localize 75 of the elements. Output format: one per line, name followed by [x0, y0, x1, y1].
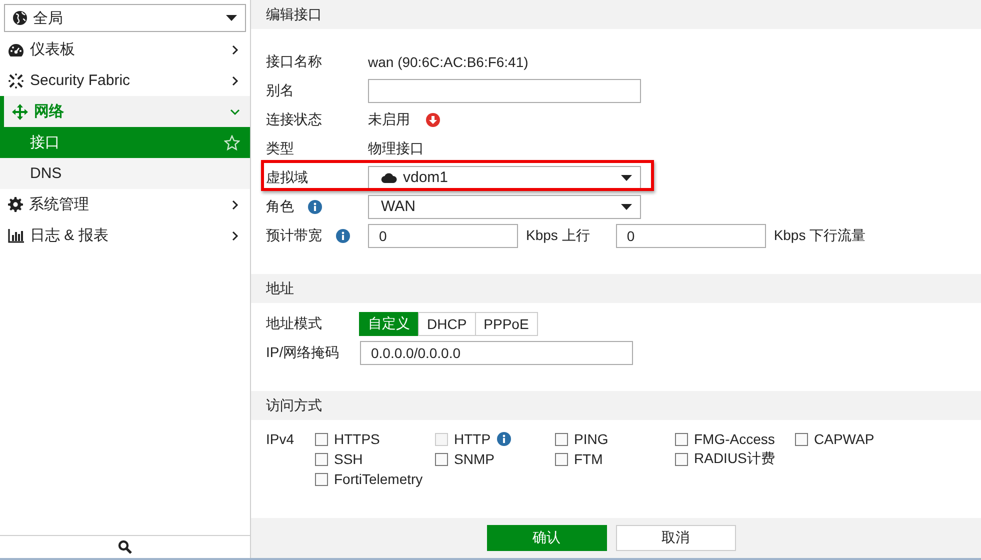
- section-header: 地址: [251, 274, 981, 303]
- checkbox-label: HTTP: [454, 431, 491, 447]
- confirm-button[interactable]: 确认: [486, 525, 606, 551]
- info-icon[interactable]: [308, 200, 322, 214]
- checkbox[interactable]: [315, 432, 328, 446]
- mode-tab[interactable]: PPPoE: [474, 312, 538, 336]
- checkbox-label: FMG-Access: [694, 431, 775, 447]
- field-value: 物理接口: [368, 140, 424, 158]
- info-icon[interactable]: [336, 228, 350, 242]
- mode-tab[interactable]: 自定义: [359, 312, 419, 336]
- nav-item[interactable]: Security Fabric: [0, 65, 250, 96]
- nav-subitem[interactable]: 接口: [0, 127, 250, 158]
- checkbox-label: SNMP: [454, 451, 494, 467]
- chevron-icon: [230, 44, 240, 54]
- nav-item[interactable]: 网络: [0, 96, 250, 127]
- checkbox[interactable]: [675, 452, 688, 466]
- checkbox-label: CAPWAP: [814, 431, 874, 447]
- star-icon[interactable]: [224, 134, 240, 150]
- checkbox-label: PING: [574, 431, 608, 447]
- field-value: wan (90:6C:AC:B6:F6:41): [368, 54, 528, 70]
- checkbox[interactable]: [555, 452, 568, 466]
- caret-icon: [621, 174, 632, 180]
- mode-tab[interactable]: DHCP: [418, 312, 476, 336]
- unit-label: Kbps 上行: [526, 226, 590, 244]
- checkbox-label: FTM: [574, 451, 603, 467]
- globe-icon: [13, 11, 27, 25]
- checkbox[interactable]: [795, 432, 808, 446]
- upstream-input[interactable]: 0: [368, 224, 518, 248]
- field-label: IPv4: [266, 431, 294, 447]
- field-label: 别名: [266, 82, 294, 100]
- chevron-icon: [230, 200, 240, 210]
- ip-input[interactable]: 0.0.0.0/0.0.0.0: [360, 340, 633, 364]
- panel-header: 编辑接口: [251, 0, 981, 29]
- checkbox-label: FortiTelemetry: [334, 471, 423, 487]
- section-header: 访问方式: [251, 391, 981, 420]
- nav-item[interactable]: 系统管理: [0, 189, 250, 220]
- chevron-icon: [230, 230, 240, 240]
- unit-label: Kbps 下行流量: [774, 226, 866, 244]
- checkbox-label: SSH: [334, 451, 363, 467]
- status-value: 未启用: [368, 110, 410, 128]
- bar-chart-icon: [8, 228, 24, 242]
- checkbox[interactable]: [315, 452, 328, 466]
- downstream-input[interactable]: 0: [616, 224, 766, 248]
- gear-icon: [8, 197, 23, 212]
- checkbox[interactable]: [555, 432, 568, 446]
- move-arrows-icon: [12, 104, 28, 120]
- nav-subitem[interactable]: DNS: [0, 158, 250, 189]
- scope-dropdown[interactable]: 全局: [4, 4, 246, 32]
- checkbox-label: HTTPS: [334, 431, 380, 447]
- field-label: 类型: [266, 140, 294, 158]
- nav-item[interactable]: 日志 & 报表: [0, 220, 250, 251]
- field-label: 角色: [266, 198, 294, 216]
- field-label: 地址模式: [266, 314, 322, 332]
- dropdown[interactable]: WAN: [368, 194, 641, 218]
- dropdown[interactable]: vdom1: [368, 166, 641, 190]
- alias-input[interactable]: [368, 78, 641, 102]
- search-icon[interactable]: [118, 540, 132, 554]
- caret-icon: [226, 15, 237, 21]
- checkbox[interactable]: [675, 432, 688, 446]
- field-label: 连接状态: [266, 110, 322, 128]
- field-label: IP/网络掩码: [266, 344, 340, 362]
- nav-item[interactable]: 仪表板: [0, 34, 250, 65]
- checkbox[interactable]: [315, 472, 328, 486]
- checkbox[interactable]: [435, 452, 448, 466]
- dashboard-icon: [8, 42, 24, 56]
- field-label: 虚拟域: [266, 168, 308, 186]
- chevron-icon: [230, 76, 240, 86]
- caret-icon: [621, 204, 632, 210]
- cancel-button[interactable]: 取消: [616, 525, 736, 551]
- chevron-icon: [230, 106, 240, 116]
- cloud-icon: [381, 172, 397, 183]
- field-label: 接口名称: [266, 52, 322, 70]
- checkbox-label: RADIUS计费: [694, 450, 775, 468]
- field-label: 预计带宽: [266, 226, 322, 244]
- fabric-icon: [8, 72, 24, 88]
